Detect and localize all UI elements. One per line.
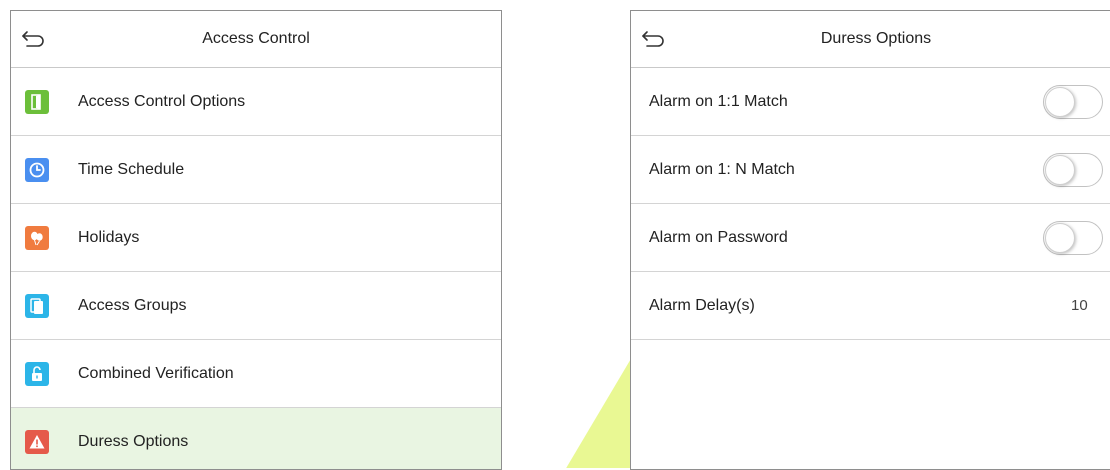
- setting-label: Alarm Delay(s): [649, 297, 755, 314]
- toggle-knob: [1045, 155, 1075, 185]
- menu-item-label: Access Groups: [78, 297, 187, 314]
- menu-item-time-schedule[interactable]: Time Schedule: [11, 136, 501, 204]
- setting-alarm-1-n-match: Alarm on 1: N Match: [631, 136, 1110, 204]
- menu-item-label: Holidays: [78, 229, 140, 246]
- alarm-1-n-match-toggle[interactable]: [1043, 153, 1103, 187]
- unlock-icon: [25, 362, 49, 386]
- header: Duress Options: [631, 11, 1110, 68]
- access-control-panel: Access Control Access Control Options Ti…: [10, 10, 502, 470]
- menu-item-duress-options[interactable]: Duress Options: [11, 408, 501, 469]
- menu-item-label: Duress Options: [78, 433, 189, 450]
- alarm-delay-value: 10: [1071, 297, 1088, 314]
- toggle-knob: [1045, 223, 1075, 253]
- balloons-icon: [25, 226, 49, 250]
- toggle-knob: [1045, 87, 1075, 117]
- alarm-on-password-toggle[interactable]: [1043, 221, 1103, 255]
- warning-icon: [25, 430, 49, 454]
- setting-label: Alarm on Password: [649, 229, 788, 246]
- menu-item-label: Time Schedule: [78, 161, 185, 178]
- page-title: Access Control: [202, 30, 310, 47]
- menu-item-label: Access Control Options: [78, 93, 246, 110]
- setting-alarm-delay[interactable]: Alarm Delay(s) 10: [631, 272, 1110, 340]
- setting-label: Alarm on 1: N Match: [649, 161, 795, 178]
- page-title: Duress Options: [820, 30, 932, 47]
- group-door-icon: [25, 294, 49, 318]
- menu-item-access-groups[interactable]: Access Groups: [11, 272, 501, 340]
- menu-item-holidays[interactable]: Holidays: [11, 204, 501, 272]
- setting-label: Alarm on 1:1 Match: [649, 93, 788, 110]
- clock-icon: [25, 158, 49, 182]
- setting-alarm-1-1-match: Alarm on 1:1 Match: [631, 68, 1110, 136]
- header: Access Control: [11, 11, 501, 68]
- door-icon: [25, 90, 49, 114]
- menu-item-label: Combined Verification: [78, 365, 234, 382]
- menu-item-combined-verification[interactable]: Combined Verification: [11, 340, 501, 408]
- menu-item-access-control-options[interactable]: Access Control Options: [11, 68, 501, 136]
- duress-options-panel: Duress Options Alarm on 1:1 Match Alarm …: [630, 10, 1110, 470]
- alarm-1-1-match-toggle[interactable]: [1043, 85, 1103, 119]
- setting-alarm-on-password: Alarm on Password: [631, 204, 1110, 272]
